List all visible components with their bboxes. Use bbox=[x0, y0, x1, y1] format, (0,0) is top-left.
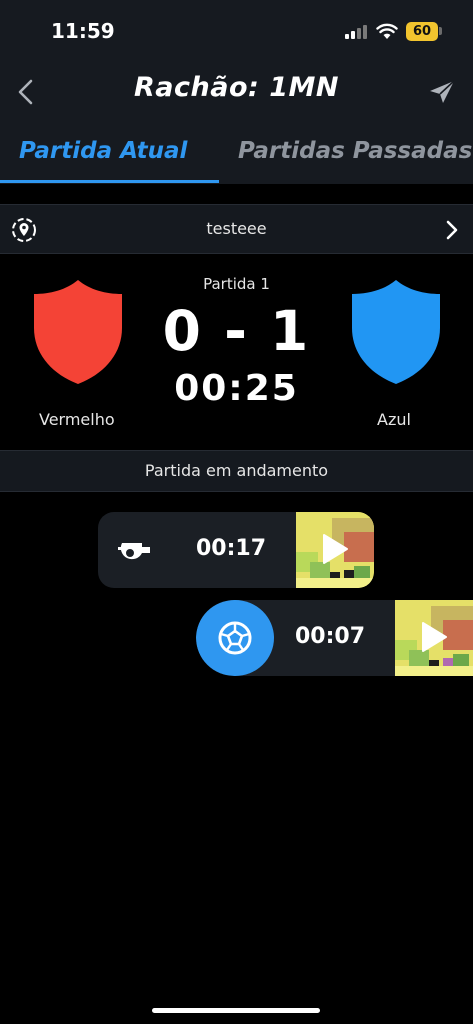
home-team-name: Vermelho bbox=[39, 410, 115, 429]
event-time: 00:17 bbox=[196, 536, 267, 561]
scoreboard: Vermelho Partida 1 0 - 1 00:25 Azul bbox=[0, 254, 473, 450]
battery-cap bbox=[439, 27, 442, 35]
soccer-ball-icon bbox=[218, 621, 252, 655]
play-icon bbox=[323, 534, 348, 564]
goal-badge bbox=[196, 600, 274, 676]
page-title: Rachão: 1MN bbox=[134, 72, 339, 103]
whistle-icon bbox=[118, 543, 150, 560]
tab-current-match[interactable]: Partida Atual bbox=[19, 138, 187, 164]
away-team-shield-icon bbox=[352, 280, 440, 384]
away-team-name: Azul bbox=[377, 410, 411, 429]
active-tab-indicator bbox=[0, 180, 219, 183]
play-icon bbox=[422, 622, 447, 652]
app-header: 11:59 60 Rachão: 1MN Partida Atual Parti… bbox=[0, 0, 473, 184]
status-time: 11:59 bbox=[51, 19, 115, 43]
location-name: testeee bbox=[206, 219, 267, 238]
tab-bar: Partida Atual Partidas Passadas bbox=[0, 128, 473, 184]
event-card-goal[interactable]: 00:07 bbox=[196, 600, 473, 676]
send-icon[interactable] bbox=[428, 79, 456, 105]
battery-level: 60 bbox=[406, 22, 438, 41]
cellular-signal-icon bbox=[345, 25, 367, 39]
match-status-bar: Partida em andamento bbox=[0, 450, 473, 492]
chevron-right-icon bbox=[446, 220, 458, 240]
wifi-icon bbox=[376, 23, 398, 39]
event-time: 00:07 bbox=[295, 624, 366, 649]
tab-past-matches[interactable]: Partidas Passadas bbox=[238, 138, 472, 164]
event-card-whistle[interactable]: 00:17 bbox=[98, 512, 374, 588]
home-indicator[interactable] bbox=[152, 1008, 320, 1013]
video-thumbnail[interactable] bbox=[296, 512, 374, 588]
location-row[interactable]: testeee bbox=[0, 204, 473, 254]
video-thumbnail[interactable] bbox=[395, 600, 473, 676]
